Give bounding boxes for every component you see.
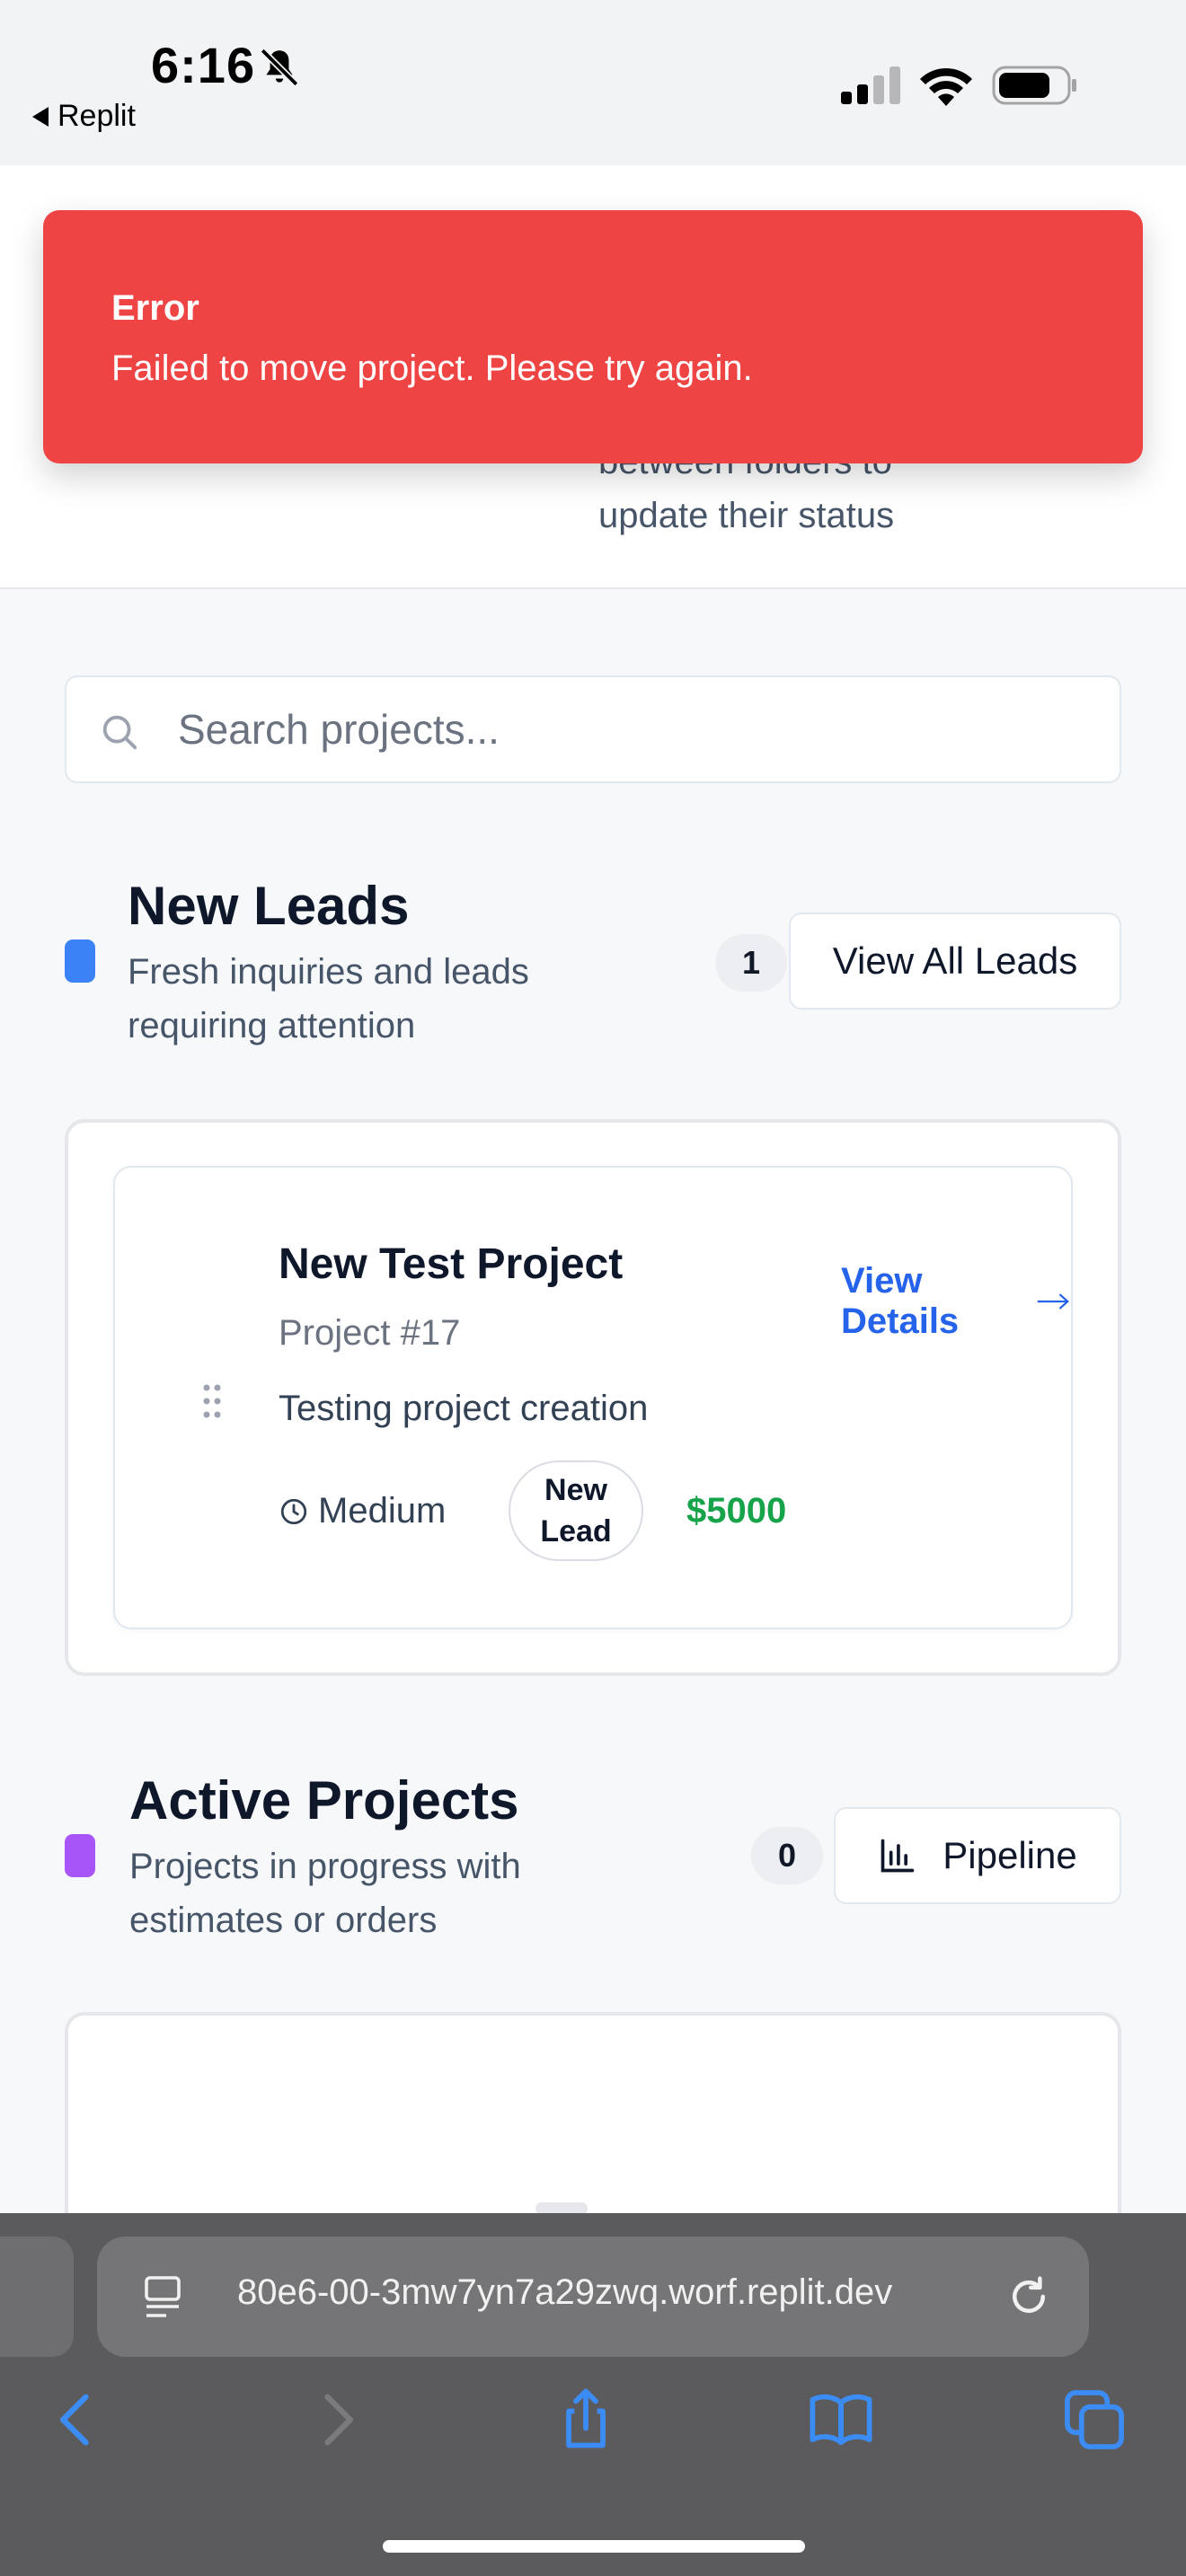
project-title: New Test Project (279, 1240, 624, 1288)
project-description: Testing project creation (279, 1389, 649, 1428)
status-bar: 6:16 Replit (0, 0, 1186, 165)
priority-label: Medium (318, 1491, 447, 1531)
error-toast[interactable]: Error Failed to move project. Please try… (43, 210, 1143, 463)
view-details-label: View Details (841, 1261, 960, 1341)
toast-title: Error (111, 288, 199, 328)
status-time: 6:16 (151, 37, 256, 93)
new-leads-description: Fresh inquiries and leads requiring atte… (128, 952, 529, 1045)
pipeline-label: Pipeline (943, 1834, 1077, 1876)
previous-tab-preview[interactable] (0, 2236, 74, 2357)
search-input[interactable] (178, 677, 1094, 781)
clock-icon (280, 1498, 307, 1524)
url-text: 80e6-00-3mw7yn7a29zwq.worf.replit.dev (237, 2272, 893, 2312)
active-projects-description: Projects in progress with estimates or o… (129, 1847, 521, 1940)
arrow-right-icon (1037, 1293, 1070, 1310)
bell-slash-icon (260, 48, 299, 87)
active-projects-count-badge: 0 (751, 1827, 823, 1884)
search-box[interactable] (65, 675, 1121, 783)
share-icon[interactable] (552, 2386, 620, 2454)
pipeline-button[interactable]: Pipeline (834, 1807, 1121, 1904)
back-triangle-icon (32, 106, 49, 127)
address-bar[interactable]: 80e6-00-3mw7yn7a29zwq.worf.replit.dev (97, 2236, 1089, 2357)
view-details-link[interactable]: View Details (841, 1261, 1071, 1342)
toast-message: Failed to move project. Please try again… (111, 348, 753, 388)
back-icon[interactable] (43, 2386, 111, 2454)
reader-mode-icon[interactable] (140, 2274, 185, 2321)
wifi-icon (920, 67, 972, 106)
view-all-leads-label: View All Leads (832, 940, 1078, 982)
home-indicator (383, 2540, 805, 2553)
page: 6:16 Replit between folders (0, 0, 1186, 2576)
tabs-icon[interactable] (1060, 2386, 1128, 2454)
battery-icon (992, 66, 1076, 105)
project-amount: $5000 (686, 1491, 787, 1531)
reload-icon[interactable] (1005, 2272, 1053, 2321)
cellular-signal-icon (841, 66, 900, 104)
project-card[interactable]: New Test Project Project #17 Testing pro… (113, 1166, 1073, 1629)
view-all-leads-button[interactable]: View All Leads (789, 913, 1121, 1010)
project-number: Project #17 (279, 1313, 461, 1353)
new-leads-indicator (65, 940, 95, 983)
back-to-app-button[interactable]: Replit (32, 99, 136, 134)
new-leads-count-badge: 1 (715, 934, 787, 992)
forward-icon[interactable] (302, 2386, 370, 2454)
back-app-label: Replit (58, 99, 136, 133)
bar-chart-icon (881, 1839, 915, 1873)
drag-handle-icon[interactable] (201, 1383, 223, 1419)
search-icon (102, 715, 137, 750)
status-badge: New Lead (509, 1460, 643, 1561)
new-leads-title: New Leads (128, 876, 410, 936)
active-projects-indicator (65, 1834, 95, 1877)
bookmarks-icon[interactable] (807, 2386, 875, 2454)
active-projects-title: Active Projects (129, 1770, 519, 1831)
browser-toolbar: 80e6-00-3mw7yn7a29zwq.worf.replit.dev (0, 2213, 1186, 2576)
project-priority: Medium (279, 1491, 446, 1531)
